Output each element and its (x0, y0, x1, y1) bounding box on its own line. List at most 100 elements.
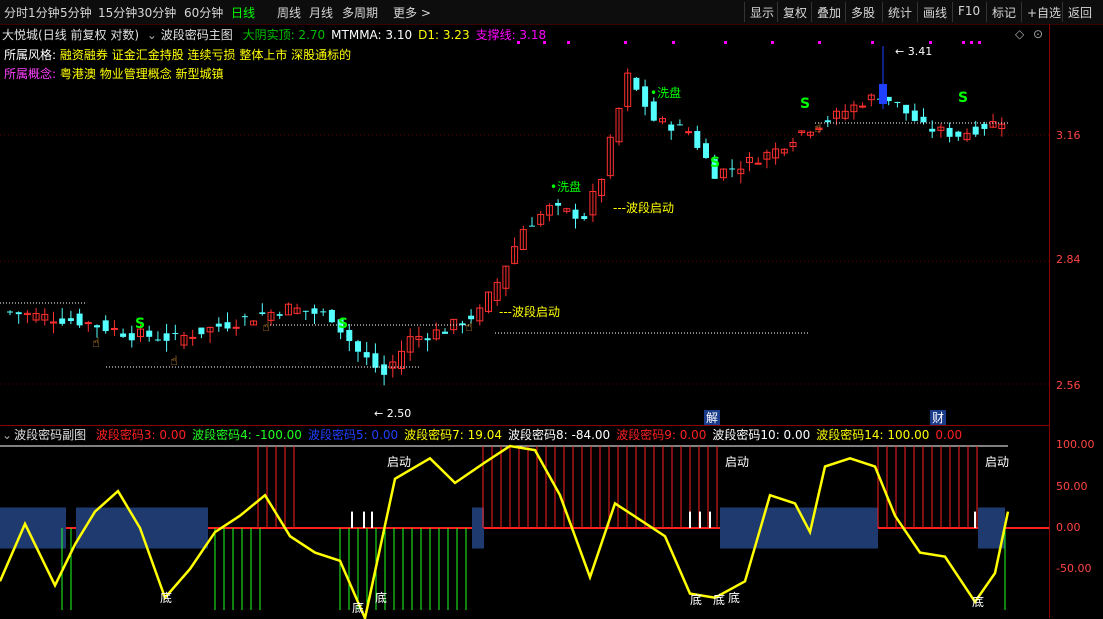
candle-body (633, 77, 640, 90)
support-dot (871, 41, 874, 44)
period-tab[interactable]: 更多 > (393, 4, 431, 21)
style-label: 所属风格: (4, 48, 57, 62)
candle-body (276, 314, 283, 316)
toolbar-button[interactable]: F10 (952, 2, 985, 22)
sub-value: 波段密码4: -100.00 (192, 428, 302, 442)
candle-body (67, 318, 74, 322)
candle-body (7, 311, 13, 313)
close-panel-icon[interactable]: ⊙ (1033, 27, 1043, 41)
toolbar-button[interactable]: 统计 (882, 2, 917, 22)
toolbar-button[interactable]: +自选 (1021, 2, 1066, 22)
sub-tick: 0.00 (1056, 521, 1081, 534)
style-line: 所属风格: 融资融券 证金汇金持股 连续亏损 整体上市 深股通标的 (4, 46, 351, 63)
candle-body (232, 326, 240, 329)
period-tab[interactable]: 5分钟 (60, 4, 92, 21)
candle-body (442, 331, 448, 334)
sub-chart: 启动 启动 启动底底底底底底底 ⌄ 波段密码副图 波段密码3: 0.00 波段密码4: … (0, 425, 1049, 619)
candle-body (259, 312, 266, 315)
hand-pointer-icon: ☝ (262, 320, 270, 335)
sub-value: 波段密码10: 0.00 (712, 428, 811, 442)
sub-value: 波段密码8: -84.00 (508, 428, 611, 442)
price-tick: 2.56 (1056, 379, 1081, 392)
toolbar-button[interactable]: 多股 (845, 2, 880, 22)
support-dot (624, 41, 627, 44)
candle-body (920, 116, 927, 123)
collapse-icon[interactable]: ⌄ (2, 428, 12, 442)
candle-body (241, 316, 248, 318)
sub-tick: 100.00 (1056, 438, 1095, 451)
candlestick-chart: ---波段启动 ---波段启动 •洗盘 •洗盘 S S S S S ← 3.41 ← 2.50 解 财 ☝… (0, 41, 1049, 425)
wash-label: •洗盘 (550, 179, 581, 194)
band-block (472, 507, 484, 549)
band-start-label: ---波段启动 (499, 304, 560, 319)
sub-value: 波段密码7: 19.04 (404, 428, 503, 442)
hand-pointer-icon: ☝ (814, 121, 822, 136)
candle-body (642, 86, 649, 107)
candle-body (50, 321, 57, 324)
expand-diamond-icon[interactable]: ◇ (1015, 27, 1024, 41)
period-tab[interactable]: 分时 (4, 4, 28, 21)
candle-body (529, 225, 535, 227)
period-toolbar: 分时 1分钟 5分钟 15分钟 30分钟 60分钟 日线 周线 月线 多周期 更多 > 显示 复权 叠加多… (0, 0, 1103, 25)
style-value: 融资融券 证金汇金持股 连续亏损 整体上市 深股通标的 (59, 48, 352, 62)
price-tick: 3.16 (1056, 129, 1081, 142)
bottom-label: 底 (713, 592, 725, 607)
period-tab[interactable]: 60分钟 (184, 4, 223, 21)
candle-body (311, 308, 318, 314)
toolbar-button[interactable]: 标记 (986, 2, 1021, 22)
event-marker-jie: 解 (706, 411, 718, 425)
candle-body (215, 323, 222, 327)
s-mark: S (135, 316, 145, 332)
candle-body (94, 325, 100, 328)
candle-body (581, 216, 588, 220)
low-price-label: ← 2.50 (374, 407, 411, 420)
main-header: 大悦城(日线 前复权 对数) ⌄ 波段密码主图 大阴实顶: 2.70 MTMMA:… (2, 26, 546, 43)
period-tab[interactable]: 日线 (231, 4, 255, 21)
start-label: 启动 (725, 455, 749, 469)
sub-values: 波段密码3: 0.00 波段密码4: -100.00 波段密码5: 0.00 波段密码… (96, 428, 968, 442)
indicator-values: 大阴实顶: 2.70 MTMMA: 3.10 D1: 3.23 支撑线: 3.18 (237, 28, 547, 42)
candle-body (363, 352, 370, 358)
bottom-label: 底 (728, 590, 740, 605)
candle-body (76, 313, 83, 326)
candle-body (328, 309, 335, 323)
period-tab[interactable]: 1分钟 (28, 4, 60, 21)
candle-body (154, 339, 161, 341)
band-block (76, 507, 208, 549)
candle-body (59, 318, 66, 324)
indicator-value: 大阴实顶: 2.70 (242, 28, 326, 42)
price-axis: 3.16 2.84 2.56 100.00 50.00 0.00 -50.00 (1049, 24, 1103, 618)
candle-body (824, 120, 831, 123)
period-tab[interactable]: 30分钟 (137, 4, 176, 21)
candle-body (372, 353, 379, 368)
sub-value: 波段密码14: 100.00 (816, 428, 930, 442)
period-tab[interactable]: 周线 (277, 4, 301, 21)
concept-label: 所属概念: (4, 67, 57, 81)
candle-body (676, 124, 683, 126)
candle-body (668, 124, 675, 131)
period-tab[interactable]: 多周期 (342, 4, 378, 21)
concept-value: 粤港澳 物业管理概念 新型城镇 (59, 67, 224, 81)
toolbar-button[interactable]: 画线 (917, 2, 952, 22)
candle-body (572, 209, 579, 219)
period-tab[interactable]: 15分钟 (98, 4, 137, 21)
bottom-label: 底 (352, 600, 364, 615)
candle-body (424, 338, 431, 341)
toolbar-button[interactable]: 返回 (1062, 2, 1097, 22)
candle-body (650, 101, 657, 121)
indicator-value: MTMMA: 3.10 (331, 28, 413, 42)
s-mark: S (958, 90, 968, 106)
candle-body (163, 333, 170, 341)
candle-body (955, 131, 962, 137)
candle-body (859, 105, 867, 108)
toolbar-button[interactable]: 显示 (744, 2, 779, 22)
period-tab[interactable]: 月线 (309, 4, 333, 21)
toolbar-button[interactable]: 叠加 (811, 2, 846, 22)
toolbar-button[interactable]: 复权 (777, 2, 812, 22)
main-chart: ---波段启动 ---波段启动 •洗盘 •洗盘 S S S S S ← 3.41 ← 2.50 解 财 ☝… (0, 24, 1049, 425)
indicator-name[interactable]: 波段密码主图 (161, 28, 233, 42)
candle-body (120, 333, 127, 337)
collapse-icon[interactable]: ⌄ (147, 28, 157, 42)
sub-title[interactable]: 波段密码副图 (14, 428, 86, 442)
candle-body (381, 364, 388, 375)
